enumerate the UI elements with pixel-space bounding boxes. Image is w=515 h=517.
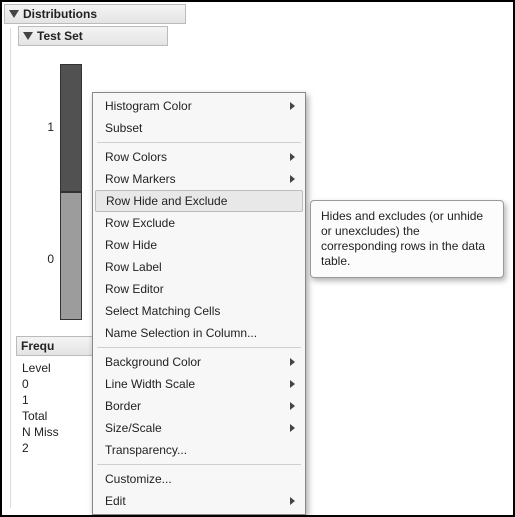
menu-item-background-color[interactable]: Background Color [93, 351, 305, 373]
menu-item-label: Row Markers [105, 172, 176, 186]
menu-item-label: Row Label [105, 260, 162, 274]
testset-title: Test Set [37, 29, 83, 43]
freq-row: 2 [22, 440, 96, 456]
menu-item-label: Size/Scale [105, 421, 162, 435]
menu-item-label: Row Hide and Exclude [106, 194, 227, 208]
frequencies-header[interactable]: Frequ [16, 336, 96, 356]
tooltip-text: Hides and excludes (or unhide or unexclu… [321, 209, 485, 268]
histogram-bar-0[interactable] [60, 192, 82, 320]
submenu-arrow-icon [290, 175, 295, 183]
frequencies-rows: Level 0 1 Total N Miss 2 [16, 356, 96, 456]
axis-tick: 0 [40, 252, 54, 266]
menu-item-name-selection-in-column[interactable]: Name Selection in Column... [93, 322, 305, 344]
menu-item-row-colors[interactable]: Row Colors [93, 146, 305, 168]
submenu-arrow-icon [290, 380, 295, 388]
submenu-arrow-icon [290, 153, 295, 161]
distributions-title: Distributions [23, 7, 97, 21]
submenu-arrow-icon [290, 424, 295, 432]
menu-item-label: Name Selection in Column... [105, 326, 257, 340]
menu-item-row-hide-and-exclude[interactable]: Row Hide and Exclude [95, 190, 303, 212]
freq-row: Total [22, 408, 96, 424]
menu-item-label: Customize... [105, 472, 172, 486]
submenu-arrow-icon [290, 402, 295, 410]
disclosure-triangle-icon[interactable] [9, 10, 19, 18]
menu-item-size-scale[interactable]: Size/Scale [93, 417, 305, 439]
menu-item-row-exclude[interactable]: Row Exclude [93, 212, 305, 234]
menu-item-label: Histogram Color [105, 99, 192, 113]
menu-item-line-width-scale[interactable]: Line Width Scale [93, 373, 305, 395]
freq-row: N Miss [22, 424, 96, 440]
menu-separator [97, 464, 301, 465]
menu-item-subset[interactable]: Subset [93, 117, 305, 139]
menu-item-label: Row Exclude [105, 216, 175, 230]
menu-separator [97, 142, 301, 143]
frequencies-panel: Frequ Level 0 1 Total N Miss 2 [16, 336, 96, 456]
histogram-bar-1[interactable] [60, 64, 82, 192]
freq-row: Level [22, 360, 96, 376]
menu-item-histogram-color[interactable]: Histogram Color [93, 95, 305, 117]
submenu-arrow-icon [290, 102, 295, 110]
menu-item-row-editor[interactable]: Row Editor [93, 278, 305, 300]
menu-item-row-hide[interactable]: Row Hide [93, 234, 305, 256]
outline-guide [10, 28, 11, 508]
freq-row: 1 [22, 392, 96, 408]
disclosure-triangle-icon[interactable] [23, 32, 33, 40]
tooltip: Hides and excludes (or unhide or unexclu… [310, 200, 504, 278]
axis-tick: 1 [40, 120, 54, 134]
frequencies-title: Frequ [21, 339, 54, 353]
menu-item-row-label[interactable]: Row Label [93, 256, 305, 278]
menu-item-label: Background Color [105, 355, 201, 369]
context-menu[interactable]: Histogram Color Subset Row Colors Row Marke… [92, 92, 306, 515]
testset-header[interactable]: Test Set [18, 26, 168, 46]
menu-item-label: Border [105, 399, 141, 413]
freq-row: 0 [22, 376, 96, 392]
menu-item-label: Row Hide [105, 238, 157, 252]
menu-item-row-markers[interactable]: Row Markers [93, 168, 305, 190]
distributions-header[interactable]: Distributions [4, 4, 186, 24]
submenu-arrow-icon [290, 358, 295, 366]
menu-item-transparency[interactable]: Transparency... [93, 439, 305, 461]
menu-item-label: Line Width Scale [105, 377, 195, 391]
menu-item-label: Transparency... [105, 443, 187, 457]
menu-item-border[interactable]: Border [93, 395, 305, 417]
menu-item-select-matching-cells[interactable]: Select Matching Cells [93, 300, 305, 322]
menu-separator [97, 347, 301, 348]
menu-item-label: Edit [105, 494, 126, 508]
menu-item-customize[interactable]: Customize... [93, 468, 305, 490]
menu-item-label: Subset [105, 121, 142, 135]
menu-item-label: Row Colors [105, 150, 167, 164]
menu-item-edit[interactable]: Edit [93, 490, 305, 512]
menu-item-label: Row Editor [105, 282, 164, 296]
menu-item-label: Select Matching Cells [105, 304, 220, 318]
submenu-arrow-icon [290, 497, 295, 505]
